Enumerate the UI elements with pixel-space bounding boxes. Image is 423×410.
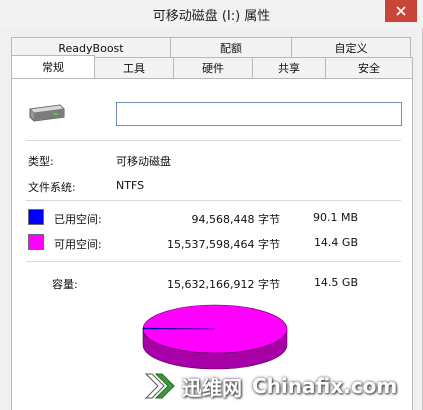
title-bar: 可移动磁盘 (I:) 属性 [0, 0, 423, 28]
tab-tools[interactable]: 工具 [94, 57, 174, 78]
tab-customize[interactable]: 自定义 [291, 37, 411, 58]
type-label: 类型: [28, 155, 54, 168]
watermark-en-text: Chinafix.com [252, 374, 398, 398]
used-space-size: 90.1 MB [312, 211, 358, 224]
close-icon [396, 6, 406, 16]
chinafix-logo-icon [144, 373, 175, 399]
used-space-label: 已用空间: [54, 213, 102, 226]
usb-drive-icon [29, 104, 65, 122]
general-panel: 类型: 可移动磁盘 文件系统: NTFS 已用空间: 94,568,448 字节… [11, 78, 413, 410]
used-space-bytes: 94,568,448 字节 [191, 213, 280, 226]
filesystem-value: NTFS [116, 179, 145, 192]
tab-security[interactable]: 安全 [325, 57, 413, 78]
close-button[interactable] [385, 0, 417, 22]
capacity-bytes: 15,632,166,912 字节 [167, 278, 280, 291]
type-value: 可移动磁盘 [116, 155, 171, 168]
disk-usage-pie [142, 304, 288, 370]
tab-hardware[interactable]: 硬件 [173, 57, 253, 78]
volume-name-input[interactable] [116, 102, 402, 126]
free-space-label: 可用空间: [54, 238, 102, 251]
free-space-bytes: 15,537,598,464 字节 [167, 238, 280, 251]
free-space-size: 14.4 GB [313, 236, 358, 249]
watermark: 迅维网 Chinafix.com [142, 364, 420, 408]
capacity-label: 容量: [52, 278, 78, 291]
tab-quota[interactable]: 配额 [170, 37, 292, 58]
capacity-size: 14.5 GB [313, 276, 358, 289]
used-space-swatch [28, 209, 44, 225]
watermark-cn-text: 迅维网 [182, 375, 242, 400]
tab-general[interactable]: 常规 [11, 55, 95, 78]
divider [26, 200, 401, 201]
properties-window: 可移动磁盘 (I:) 属性 ReadyBoost 配额 自定义 常规 工具 硬件… [0, 0, 423, 410]
divider [26, 140, 401, 141]
tabs-row-front: 常规 工具 硬件 共享 安全 [11, 55, 413, 78]
filesystem-label: 文件系统: [28, 181, 76, 194]
free-space-swatch [28, 234, 44, 250]
divider [26, 261, 401, 262]
window-title: 可移动磁盘 (I:) 属性 [152, 9, 271, 24]
tab-sharing[interactable]: 共享 [252, 57, 326, 78]
